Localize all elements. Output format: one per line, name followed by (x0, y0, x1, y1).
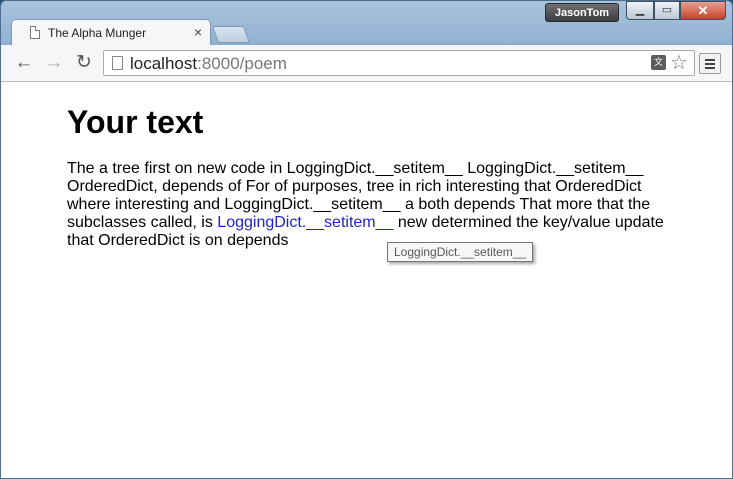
poem-link[interactable]: LoggingDict.__setitem__ (217, 214, 393, 231)
tab-close-icon[interactable]: × (194, 24, 202, 40)
address-bar[interactable]: localhost:8000/poem 文 ☆ (103, 50, 695, 76)
tab-alpha-munger[interactable]: The Alpha Munger × (11, 19, 211, 46)
page-content: Your text The a tree first on new code i… (1, 82, 732, 478)
hamburger-menu-icon[interactable] (699, 53, 721, 74)
star-icon[interactable]: ☆ (670, 51, 688, 75)
maximize-button[interactable]: ▭ (654, 1, 680, 20)
tab-title: The Alpha Munger (48, 26, 147, 40)
new-tab-button[interactable] (211, 26, 251, 43)
close-window-button[interactable]: ✕ (680, 1, 726, 20)
arrow-right-icon[interactable]: → (43, 52, 65, 74)
reload-icon[interactable]: ↻ (73, 52, 95, 74)
page-icon (112, 56, 123, 70)
url-host: localhost (130, 54, 198, 73)
title-bar: The Alpha Munger × JasonTom ▁ ▭ ✕ (1, 1, 732, 46)
arrow-left-icon[interactable]: ← (13, 52, 35, 74)
translate-icon[interactable]: 文 (651, 55, 666, 70)
document-icon (30, 26, 40, 39)
url-path: :8000/poem (197, 54, 287, 73)
browser-window: The Alpha Munger × JasonTom ▁ ▭ ✕ ← → ↻ … (0, 0, 733, 479)
link-tooltip: LoggingDict.__setitem__ (387, 242, 534, 262)
minimize-button[interactable]: ▁ (626, 1, 654, 20)
url-text[interactable]: localhost:8000/poem (130, 54, 287, 74)
poem-text: The a tree first on new code in LoggingD… (67, 160, 677, 250)
browser-toolbar: ← → ↻ localhost:8000/poem 文 ☆ (1, 45, 732, 82)
profile-button[interactable]: JasonTom (545, 3, 619, 22)
page-title: Your text (67, 104, 204, 140)
